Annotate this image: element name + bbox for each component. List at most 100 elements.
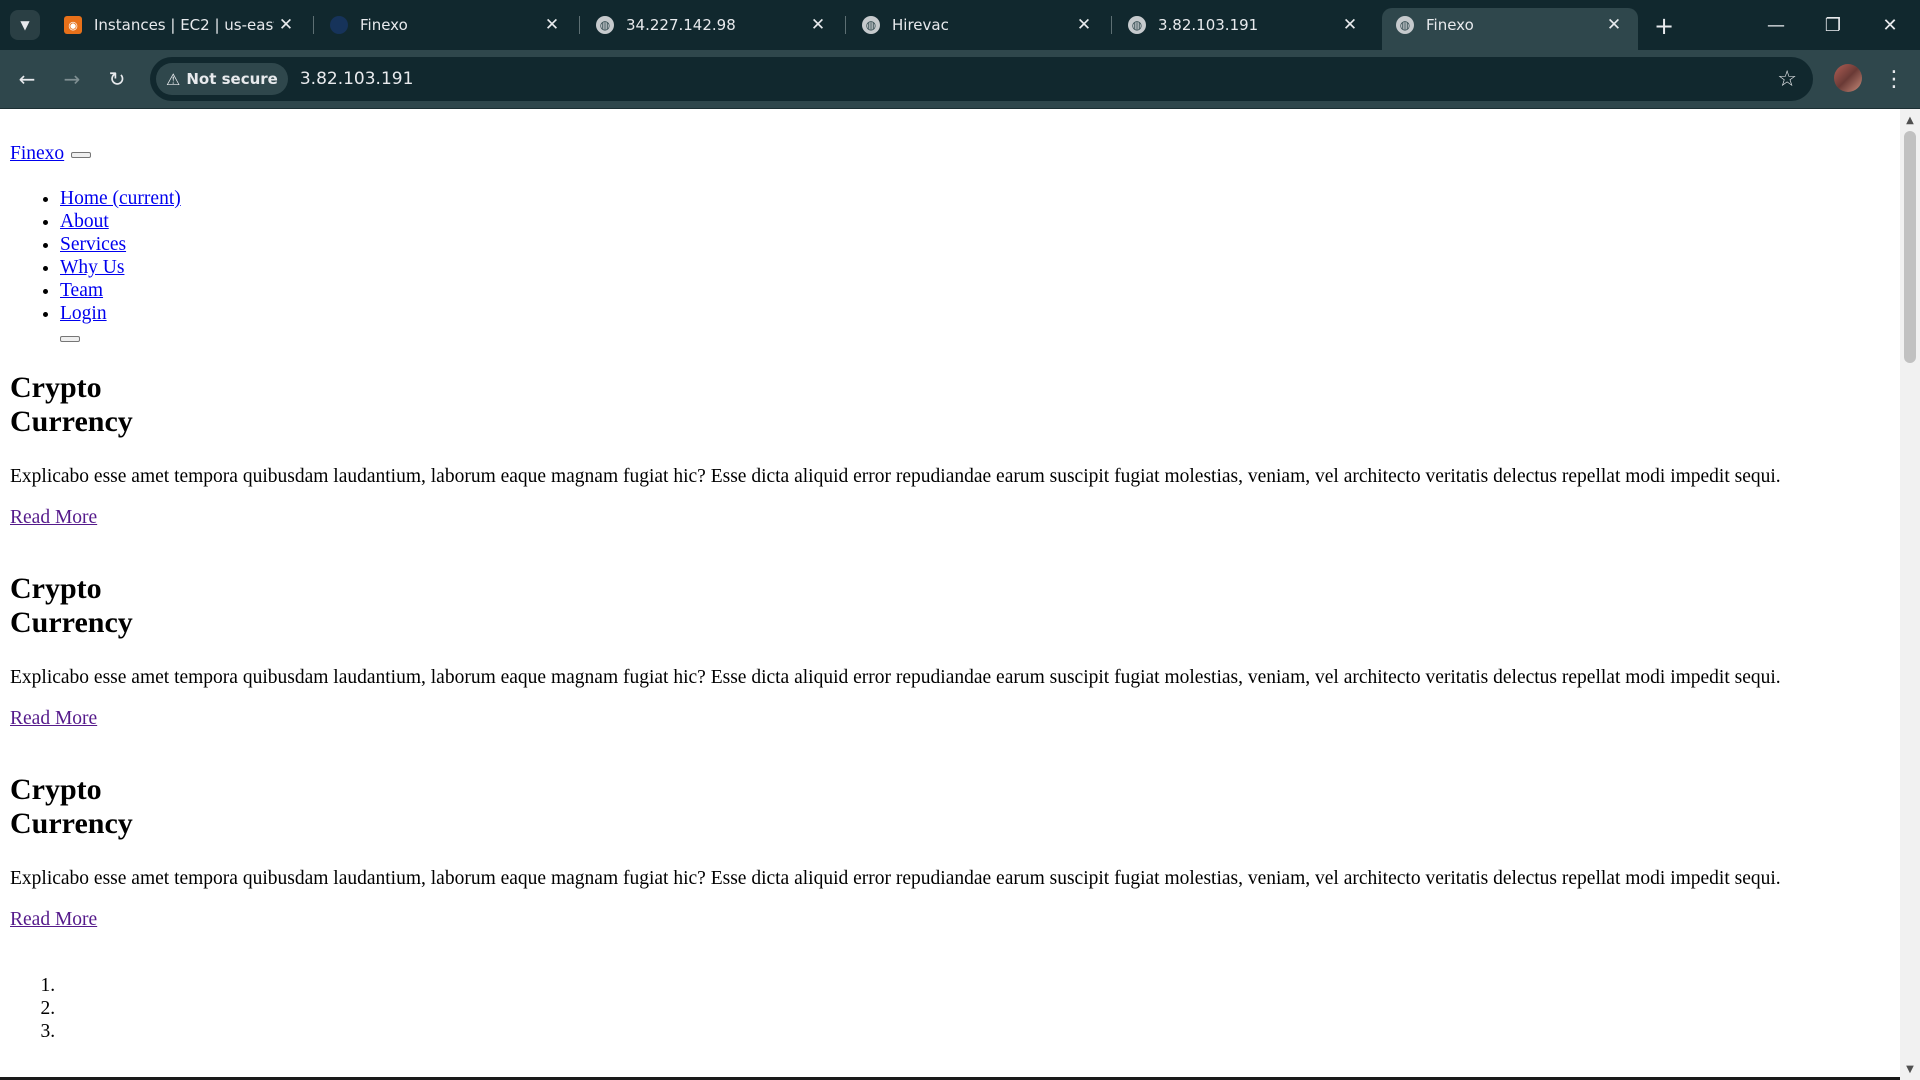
tab-search-button[interactable]: ▼ — [10, 10, 40, 40]
restore-button[interactable]: ❐ — [1815, 10, 1851, 40]
browser-chrome: ▼ ◉ Instances | EC2 | us-east-1 ✕ Finexo… — [0, 0, 1920, 109]
nav-menu: Home (current) About Services Why Us Tea… — [10, 187, 1890, 349]
carousel-slide: Crypto Currency Explicabo esse amet tempo… — [10, 572, 1890, 730]
tab-title: 34.227.142.98 — [626, 16, 736, 34]
arrow-right-icon: → — [63, 67, 81, 91]
nav-link-team[interactable]: Team — [60, 280, 103, 301]
tab-ip-3-82-103-191[interactable]: ◍ 3.82.103.191 ✕ — [1114, 8, 1374, 42]
url-text[interactable]: 3.82.103.191 — [300, 69, 414, 89]
carousel-indicator[interactable] — [60, 997, 1890, 1020]
carousel-indicator[interactable] — [60, 974, 1890, 997]
close-window-button[interactable]: ✕ — [1872, 10, 1908, 40]
scrollbar-thumb[interactable] — [1904, 131, 1916, 363]
nav-link-about[interactable]: About — [60, 211, 109, 232]
navbar-toggler-button[interactable] — [71, 151, 92, 158]
scroll-up-icon[interactable]: ▲ — [1900, 111, 1920, 129]
bookmark-star-icon[interactable]: ☆ — [1777, 67, 1797, 92]
brand-link[interactable]: Finexo — [10, 143, 64, 164]
page-scrollbar[interactable]: ▲ ▼ — [1900, 109, 1920, 1080]
nav-item-team: Team — [60, 279, 1890, 302]
aws-icon: ◉ — [64, 16, 82, 34]
address-bar[interactable]: ⚠ Not secure 3.82.103.191 ☆ — [150, 57, 1813, 101]
warning-icon: ⚠ — [166, 69, 181, 89]
minimize-icon: — — [1767, 14, 1785, 36]
carousel-indicators — [10, 974, 1890, 1043]
tab-title: Hirevac — [892, 16, 949, 34]
close-icon[interactable]: ✕ — [1072, 13, 1096, 37]
globe-icon: ◍ — [1396, 16, 1414, 34]
slide-description: Explicabo esse amet tempora quibusdam la… — [10, 667, 1781, 688]
reload-icon: ↻ — [108, 67, 126, 91]
tab-finexo-active[interactable]: ◍ Finexo ✕ — [1382, 8, 1638, 50]
nav-item-why-us: Why Us — [60, 256, 1890, 279]
site-navbar: Finexo Home (current) About Services Why… — [10, 143, 1890, 349]
security-label: Not secure — [186, 70, 278, 88]
close-icon[interactable]: ✕ — [1338, 13, 1362, 37]
slide-description: Explicabo esse amet tempora quibusdam la… — [10, 868, 1781, 889]
reload-button[interactable]: ↻ — [102, 64, 132, 94]
browser-menu-button[interactable]: ⋮ — [1880, 64, 1908, 94]
slide-title-line2: Currency — [10, 606, 133, 639]
back-button[interactable]: ← — [12, 64, 42, 94]
restore-icon: ❐ — [1824, 14, 1842, 36]
close-icon[interactable]: ✕ — [540, 13, 564, 37]
tab-finexo[interactable]: Finexo ✕ — [316, 8, 576, 42]
nav-link-services[interactable]: Services — [60, 234, 126, 255]
slide-title-line2: Currency — [10, 807, 133, 840]
tab-title: 3.82.103.191 — [1158, 16, 1259, 34]
globe-icon: ◍ — [596, 16, 614, 34]
slide-title-line1: Crypto — [10, 773, 102, 806]
plus-icon: + — [1653, 12, 1675, 40]
close-icon[interactable]: ✕ — [1602, 13, 1626, 37]
page-body: Finexo Home (current) About Services Why… — [0, 143, 1900, 1043]
page-viewport: Finexo Home (current) About Services Why… — [0, 109, 1900, 1080]
carousel-slide: Crypto Currency Explicabo esse amet tempo… — [10, 371, 1890, 529]
tab-divider — [579, 16, 580, 34]
arrow-left-icon: ← — [18, 67, 36, 91]
close-icon[interactable]: ✕ — [806, 13, 830, 37]
nav-search-row — [60, 325, 1890, 349]
nav-link-why-us[interactable]: Why Us — [60, 257, 124, 278]
nav-item-services: Services — [60, 233, 1890, 256]
tab-ec2-instances[interactable]: ◉ Instances | EC2 | us-east-1 ✕ — [50, 8, 310, 42]
forward-button[interactable]: → — [57, 64, 87, 94]
slide-title-line1: Crypto — [10, 572, 102, 605]
tab-divider — [845, 16, 846, 34]
read-more-link[interactable]: Read More — [10, 507, 97, 529]
tab-hirevac[interactable]: ◍ Hirevac ✕ — [848, 8, 1108, 42]
slide-title-line2: Currency — [10, 405, 133, 438]
globe-icon: ◍ — [862, 16, 880, 34]
tab-divider — [313, 16, 314, 34]
tab-title: Finexo — [360, 16, 408, 34]
close-icon[interactable]: ✕ — [274, 13, 298, 37]
site-icon — [330, 16, 348, 34]
read-more-link[interactable]: Read More — [10, 909, 97, 931]
slide-heading: Crypto Currency — [10, 371, 1890, 439]
new-tab-button[interactable]: + — [1650, 12, 1678, 40]
browser-toolbar: ← → ↻ ⚠ Not secure 3.82.103.191 ☆ ⋮ — [0, 50, 1920, 109]
slide-description: Explicabo esse amet tempora quibusdam la… — [10, 466, 1781, 487]
carousel-indicator[interactable] — [60, 1020, 1890, 1043]
tab-title: Finexo — [1426, 16, 1474, 34]
nav-item-home: Home (current) — [60, 187, 1890, 210]
tab-divider — [1111, 16, 1112, 34]
tab-ip-34-227-142-98[interactable]: ◍ 34.227.142.98 ✕ — [582, 8, 842, 42]
minimize-button[interactable]: — — [1758, 10, 1794, 40]
slide-title-line1: Crypto — [10, 371, 102, 404]
globe-icon: ◍ — [1128, 16, 1146, 34]
read-more-link[interactable]: Read More — [10, 708, 97, 730]
nav-link-home[interactable]: Home (current) — [60, 188, 181, 209]
tab-title: Instances | EC2 | us-east-1 — [94, 16, 274, 34]
nav-item-about: About — [60, 210, 1890, 233]
security-indicator[interactable]: ⚠ Not secure — [156, 63, 288, 95]
scroll-down-icon[interactable]: ▼ — [1900, 1060, 1920, 1078]
nav-link-login[interactable]: Login — [60, 303, 107, 324]
nav-search-button[interactable] — [60, 336, 80, 342]
chevron-down-icon: ▼ — [20, 18, 30, 32]
carousel-slide: Crypto Currency Explicabo esse amet tempo… — [10, 773, 1890, 931]
profile-avatar[interactable] — [1834, 64, 1862, 92]
slide-heading: Crypto Currency — [10, 773, 1890, 841]
slide-heading: Crypto Currency — [10, 572, 1890, 640]
kebab-menu-icon: ⋮ — [1883, 66, 1905, 92]
close-icon: ✕ — [1882, 14, 1898, 36]
